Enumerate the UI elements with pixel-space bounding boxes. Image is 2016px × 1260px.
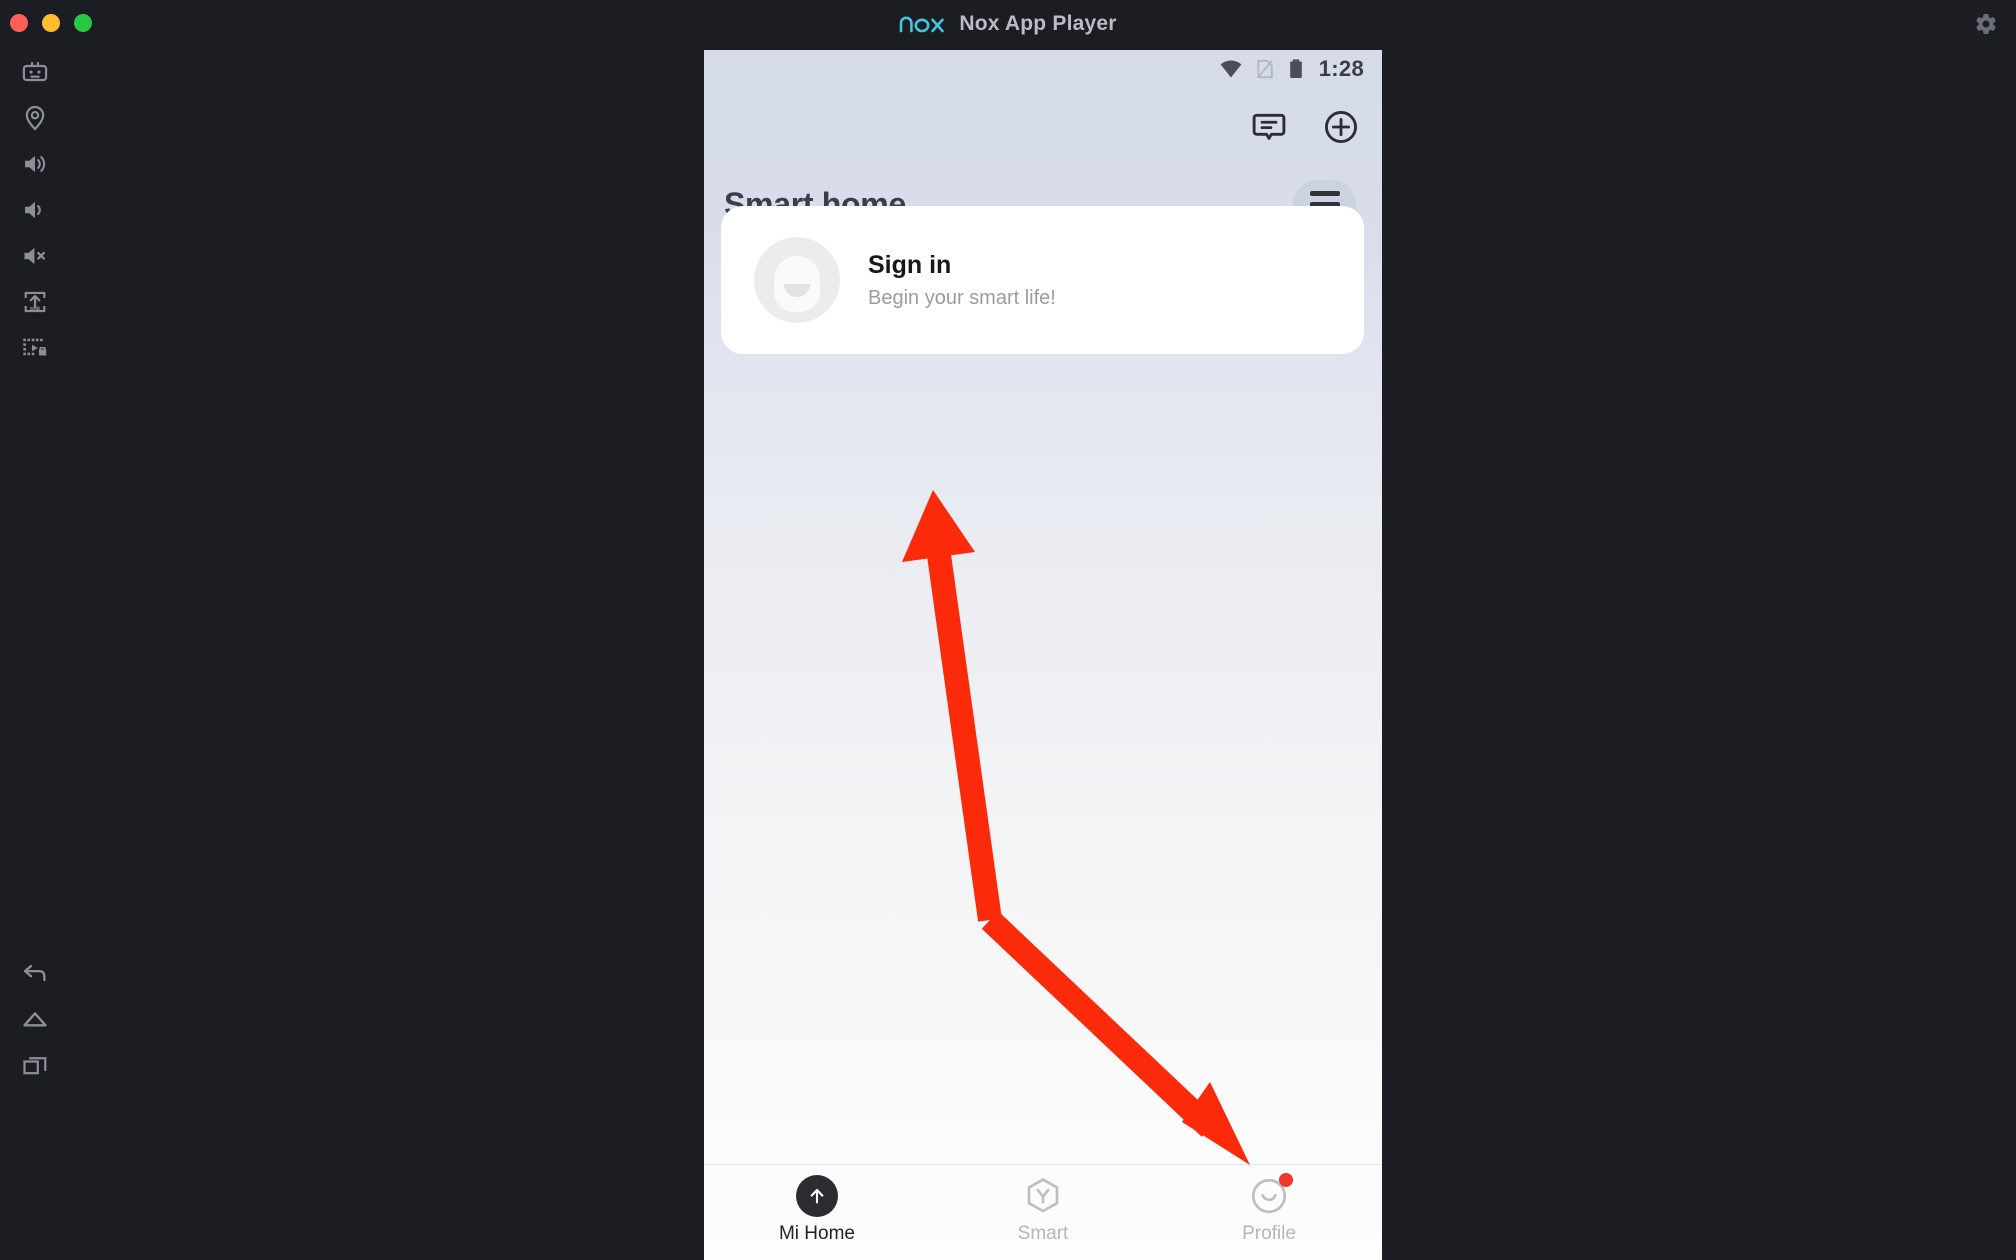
nav-tab-label: Mi Home [778,1223,855,1244]
default-avatar-icon [754,237,840,323]
home-icon [23,1012,47,1027]
back-icon [23,964,46,982]
sidebar-item-keyboard-control[interactable] [10,48,60,98]
apk-install-icon: apk [24,291,46,313]
android-phone-screen: 1:28 Smart home Sign in Begin your smart… [704,50,1382,1260]
bottom-navigation-bar: Mi Home Smart Profile [704,1164,1382,1260]
app-title: Nox App Player [959,12,1117,35]
keyboard-mapping-icon [22,61,48,82]
wifi-icon [1220,60,1242,78]
status-bar-clock: 1:28 [1318,56,1364,81]
sidebar-item-back[interactable] [10,948,60,998]
battery-icon [1289,59,1302,78]
nav-tab-profile[interactable]: Profile [1156,1165,1382,1245]
location-pin-icon [25,105,45,131]
sidebar-item-install-apk[interactable]: apk [10,277,60,327]
android-status-bar: 1:28 [704,50,1382,88]
recent-apps-icon [23,1057,47,1075]
smart-hexagon-icon [1022,1175,1064,1217]
mi-home-arrow-icon [796,1175,838,1217]
sidebar-item-volume-up[interactable] [10,139,60,189]
nav-tab-label: Profile [1242,1223,1296,1244]
nav-tab-label: Smart [1017,1223,1069,1244]
nox-app-player-window: Nox App Player apk 1:28 Smart home Sign … [0,0,2016,1260]
message-bubble-icon[interactable] [1250,108,1288,146]
sign-in-text-block: Sign in Begin your smart life! [868,251,1056,310]
volume-mute-icon [24,247,45,265]
sign-in-title: Sign in [868,250,952,279]
sim-card-off-icon [1257,59,1273,79]
plus-circle-icon[interactable] [1322,108,1360,146]
nav-tab-mi-home[interactable]: Mi Home [704,1165,930,1245]
left-toolbar: apk [0,48,70,1260]
sidebar-item-home[interactable] [10,994,60,1044]
sign-in-card[interactable]: Sign in Begin your smart life! [721,206,1364,354]
svg-text:apk: apk [30,306,41,313]
nav-tab-smart[interactable]: Smart [930,1165,1156,1245]
volume-down-icon [25,201,41,219]
sign-in-subtitle: Begin your smart life! [868,286,1056,309]
sidebar-item-mute[interactable] [10,231,60,281]
sidebar-item-recent-apps[interactable] [10,1040,60,1090]
title-bar: Nox App Player [0,0,2016,48]
profile-smiley-icon [1248,1173,1293,1217]
screen-record-icon [23,338,47,356]
hamburger-menu-icon-bar [1309,190,1340,196]
sidebar-item-volume-down[interactable] [10,185,60,235]
volume-up-icon [25,155,46,173]
title-bar-center: Nox App Player [0,0,2016,48]
gear-icon[interactable] [1974,12,1998,36]
profile-notification-badge [1279,1173,1293,1187]
sidebar-item-location[interactable] [10,93,60,143]
app-top-actions [1250,108,1360,146]
nox-logo-icon [900,16,945,33]
sidebar-item-screen-recorder[interactable] [10,323,60,373]
